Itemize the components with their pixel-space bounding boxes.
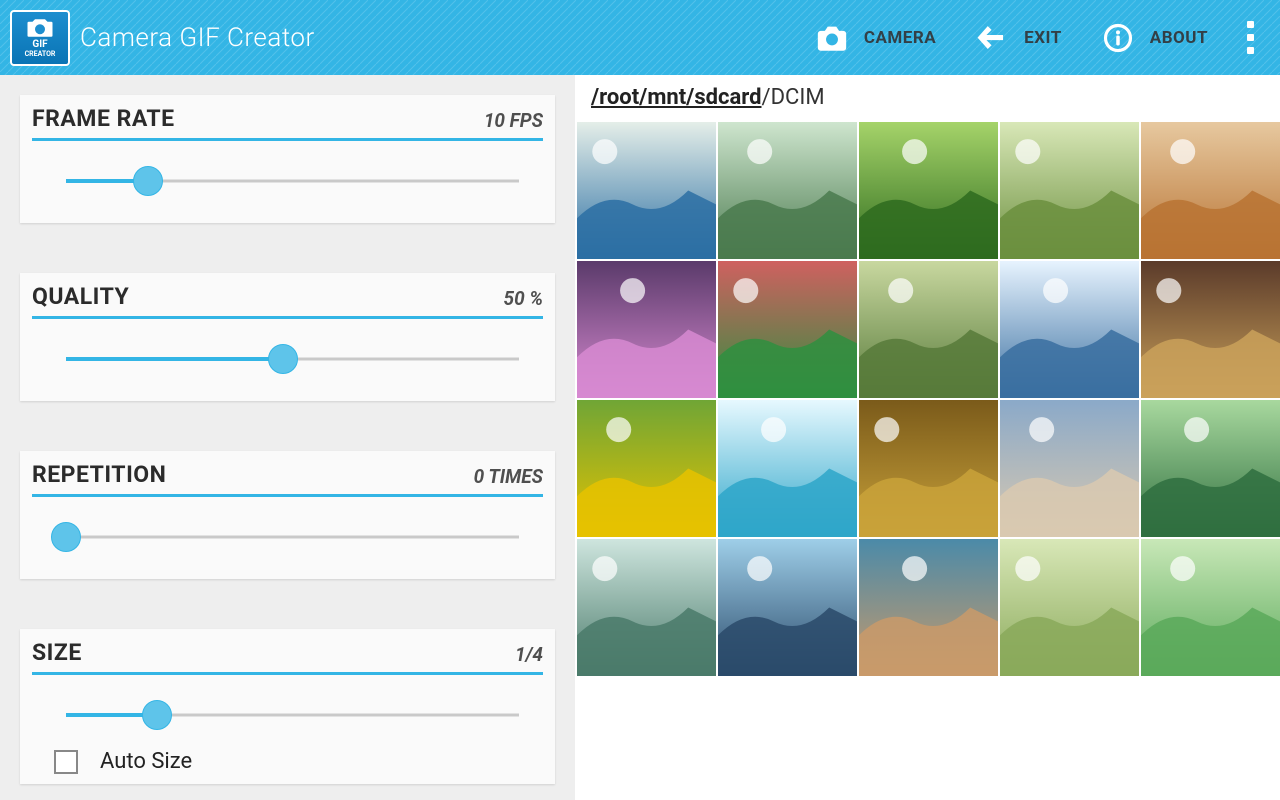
thumbnail-bonsai-island[interactable]	[718, 539, 857, 676]
thumbnail-valley-sunset[interactable]	[1141, 261, 1280, 398]
thumbnail-cycling-path[interactable]	[1000, 122, 1139, 259]
quality-slider[interactable]	[66, 347, 519, 371]
quality-card: QUALITY 50 %	[20, 273, 555, 401]
thumbnail-canyon-river[interactable]	[1141, 122, 1280, 259]
repetition-card: REPETITION 0 TIMES	[20, 451, 555, 579]
thumbnail-big-waterfall[interactable]	[577, 539, 716, 676]
app-title: Camera GIF Creator	[80, 23, 315, 53]
repetition-value: 0 TIMES	[474, 465, 543, 488]
auto-size-label: Auto Size	[100, 749, 192, 774]
exit-button[interactable]: EXIT	[960, 20, 1076, 56]
thumbnail-cliff-kayaks[interactable]	[577, 122, 716, 259]
thumbnail-succulent-closeup[interactable]	[1141, 539, 1280, 676]
thumbnail-beach-cove[interactable]	[859, 539, 998, 676]
about-label: ABOUT	[1150, 28, 1208, 48]
camera-icon	[814, 20, 850, 56]
repetition-slider[interactable]	[66, 525, 519, 549]
thumbnail-formal-garden[interactable]	[718, 261, 857, 398]
settings-panel: FRAME RATE 10 FPS QUALITY 50 %	[0, 75, 575, 800]
app-icon: GIF CREATOR	[10, 10, 70, 66]
exit-label: EXIT	[1024, 28, 1062, 48]
quality-title: QUALITY	[32, 283, 129, 310]
thumbnail-pink-sunset-tree[interactable]	[577, 261, 716, 398]
breadcrumb-link[interactable]: /root/mnt/sdcard	[591, 85, 762, 110]
framerate-title: FRAME RATE	[32, 105, 175, 132]
thumbnail-tropical-island[interactable]	[718, 400, 857, 537]
thumbnail-heart-cloud-forest[interactable]	[1141, 400, 1280, 537]
thumbnail-mountain-lake[interactable]	[1000, 261, 1139, 398]
framerate-value: 10 FPS	[484, 109, 543, 132]
thumbnail-grid	[575, 122, 1280, 800]
camera-small-icon	[23, 18, 57, 38]
action-bar: GIF CREATOR Camera GIF Creator CAMERA EX…	[0, 0, 1280, 75]
size-title: SIZE	[32, 639, 82, 666]
repetition-title: REPETITION	[32, 461, 166, 488]
thumbnail-waterfall-stream[interactable]	[718, 122, 857, 259]
back-arrow-icon	[974, 20, 1010, 56]
size-slider[interactable]	[66, 703, 519, 727]
auto-size-checkbox[interactable]	[54, 750, 78, 774]
thumbnail-autumn-forest[interactable]	[859, 400, 998, 537]
app-icon-sublabel: CREATOR	[25, 50, 56, 58]
breadcrumb: /root/mnt/sdcard/DCIM	[575, 75, 1280, 122]
breadcrumb-tail: /DCIM	[762, 85, 825, 110]
framerate-card: FRAME RATE 10 FPS	[20, 95, 555, 223]
app-icon-label: GIF	[32, 39, 47, 50]
overflow-menu-button[interactable]	[1232, 21, 1268, 54]
thumbnail-park-statue[interactable]	[859, 261, 998, 398]
thumbnail-sunflower-field[interactable]	[577, 400, 716, 537]
framerate-slider[interactable]	[66, 169, 519, 193]
quality-value: 50 %	[504, 287, 543, 310]
size-value: 1/4	[515, 643, 543, 666]
size-card: SIZE 1/4 Auto Size	[20, 629, 555, 784]
camera-button[interactable]: CAMERA	[800, 20, 950, 56]
about-button[interactable]: ABOUT	[1086, 20, 1222, 56]
thumbnail-green-leaves[interactable]	[859, 122, 998, 259]
thumbnail-gardener-man[interactable]	[1000, 539, 1139, 676]
info-icon	[1100, 20, 1136, 56]
thumbnail-laughing-child[interactable]	[1000, 400, 1139, 537]
camera-label: CAMERA	[864, 28, 936, 48]
file-browser-panel: /root/mnt/sdcard/DCIM	[575, 75, 1280, 800]
